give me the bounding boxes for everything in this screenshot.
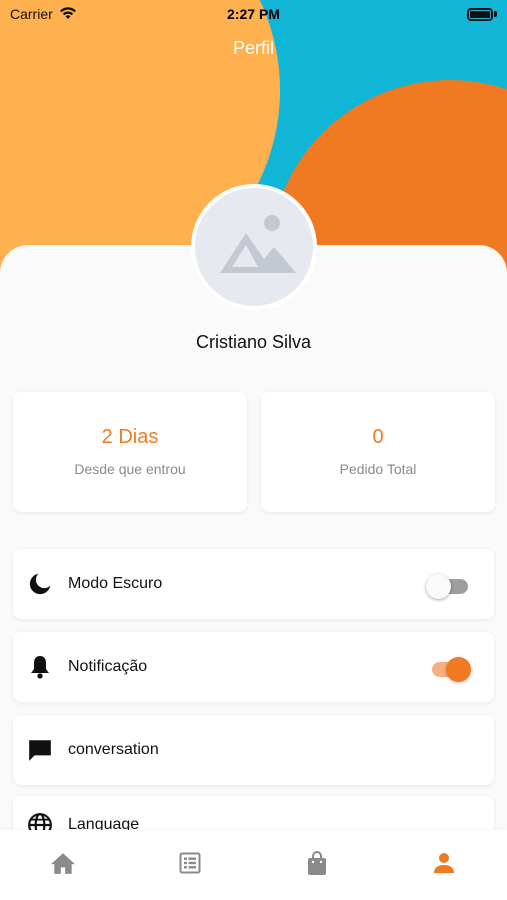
avatar[interactable] <box>191 184 317 310</box>
bag-icon <box>305 850 329 881</box>
list-icon <box>178 851 202 880</box>
settings-row-dark-mode[interactable]: Modo Escuro <box>13 549 494 619</box>
image-placeholder-icon <box>206 197 302 298</box>
notifications-toggle[interactable] <box>428 657 471 682</box>
settings-row-label: Modo Escuro <box>68 575 163 592</box>
dark-mode-toggle[interactable] <box>426 574 468 599</box>
tab-home[interactable] <box>33 835 93 895</box>
page-title: Perfil <box>232 38 274 58</box>
stat-label: Pedido Total <box>339 461 417 477</box>
settings-row-label: conversation <box>68 741 159 758</box>
status-bar: Carrier <box>0 0 507 28</box>
tab-bar <box>0 830 507 900</box>
user-name: Cristiano Silva <box>195 332 312 352</box>
wifi-icon <box>59 6 77 23</box>
stat-label: Desde que entrou <box>74 461 186 477</box>
stat-value: 0 <box>372 426 384 448</box>
moon-icon <box>25 569 55 599</box>
carrier-label: Carrier <box>10 6 53 22</box>
person-icon <box>432 851 456 880</box>
home-icon <box>50 851 76 880</box>
stat-card-days: 2 Dias Desde que entrou <box>13 392 247 512</box>
tab-profile[interactable] <box>414 835 474 895</box>
chat-icon <box>25 735 55 765</box>
settings-row-label: Notificação <box>68 658 148 675</box>
battery-icon <box>467 7 497 21</box>
settings-row-notifications[interactable]: Notificação <box>13 632 494 702</box>
tab-bag[interactable] <box>287 835 347 895</box>
bell-icon <box>25 652 55 682</box>
stat-value: 2 Dias <box>101 426 159 448</box>
settings-row-conversation[interactable]: conversation <box>13 715 494 785</box>
tab-orders[interactable] <box>160 835 220 895</box>
stat-card-orders: 0 Pedido Total <box>261 392 495 512</box>
